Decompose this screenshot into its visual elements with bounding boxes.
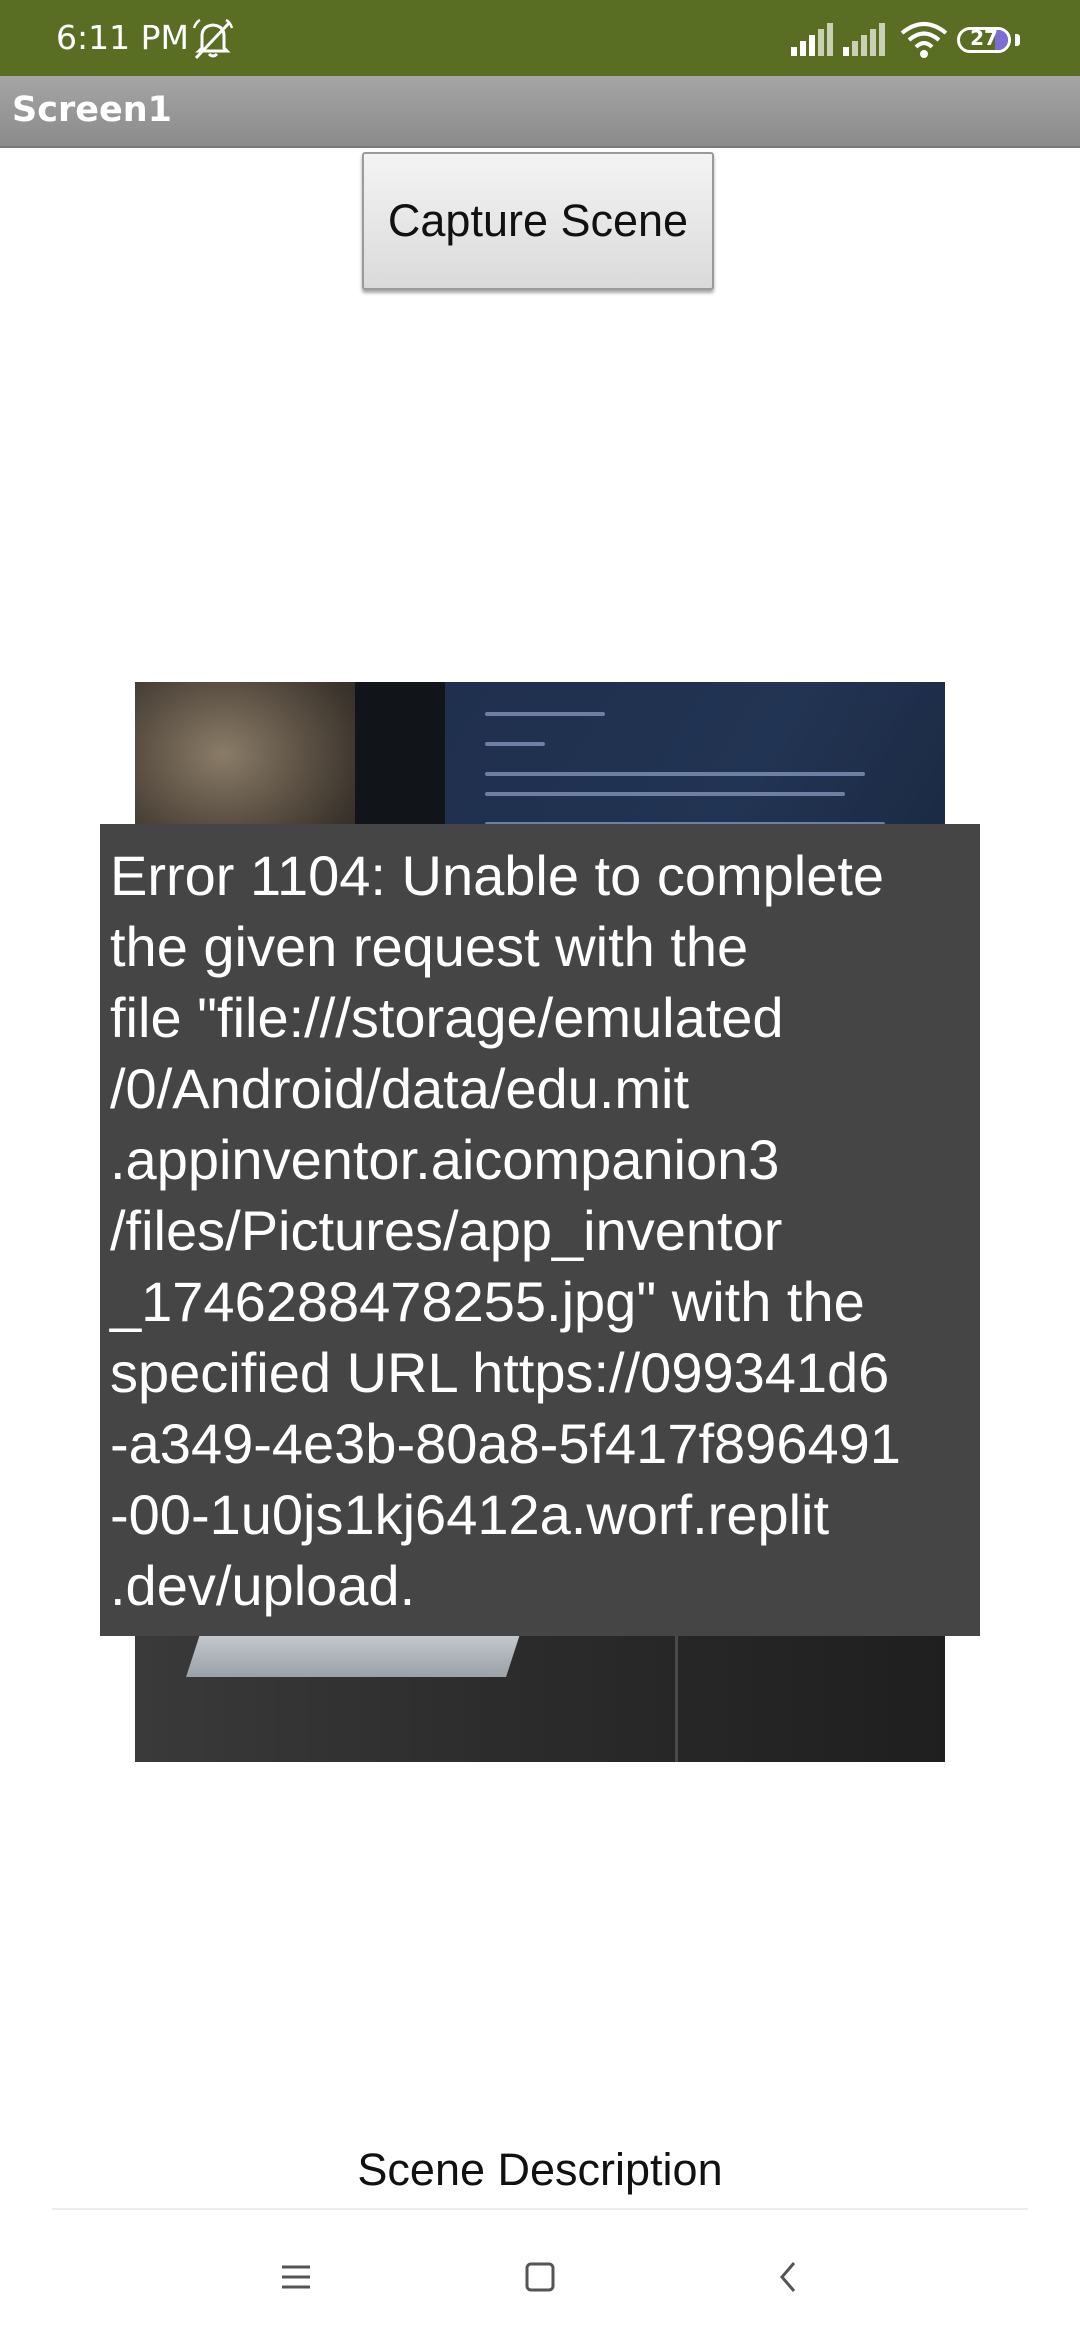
error-line: file "file:///storage/emulated bbox=[110, 986, 784, 1049]
divider bbox=[52, 2208, 1028, 2210]
error-line: specified URL https://099341d6 bbox=[110, 1341, 890, 1404]
error-line: /files/Pictures/app_inventor bbox=[110, 1199, 783, 1262]
error-toast: Error 1104: Unable to complete the given… bbox=[100, 824, 980, 1636]
photo-text-line bbox=[485, 792, 845, 796]
battery-icon: 27 bbox=[957, 27, 1011, 53]
error-line: .dev/upload. bbox=[110, 1554, 416, 1617]
dnd-off-icon bbox=[192, 18, 234, 60]
battery-level: 27 bbox=[970, 27, 998, 50]
wifi-icon bbox=[900, 22, 948, 58]
menu-icon bbox=[282, 2265, 310, 2289]
error-line: Error 1104: Unable to complete bbox=[110, 844, 885, 907]
error-line: the given request with the bbox=[110, 915, 749, 978]
menu-button[interactable] bbox=[266, 2252, 326, 2302]
photo-text-line bbox=[485, 772, 865, 776]
signal-icon bbox=[843, 23, 885, 56]
photo-text-line bbox=[485, 742, 545, 746]
scene-description-label: Scene Description bbox=[357, 2144, 723, 2195]
capture-scene-button[interactable]: Capture Scene bbox=[362, 152, 714, 290]
status-bar: 6:11 PM 27 bbox=[0, 0, 1080, 76]
photo-text-line bbox=[485, 712, 605, 716]
signal-icon bbox=[791, 23, 833, 56]
photo-region-edge bbox=[675, 1622, 678, 1762]
status-time: 6:11 PM bbox=[56, 18, 189, 57]
back-button[interactable] bbox=[758, 2252, 818, 2302]
error-line: /0/Android/data/edu.mit bbox=[110, 1057, 690, 1120]
app-screen: 6:11 PM 27 Screen1 Capture Scene Error 1… bbox=[0, 0, 1080, 2340]
status-icons: 27 bbox=[789, 22, 1020, 58]
screen-title: Screen1 bbox=[12, 90, 172, 130]
home-button[interactable] bbox=[510, 2252, 570, 2302]
title-bar: Screen1 bbox=[0, 76, 1080, 148]
error-line: -a349-4e3b-80a8-5f417f896491 bbox=[110, 1412, 901, 1475]
navigation-bar bbox=[0, 2212, 1080, 2340]
error-line: .appinventor.aicompanion3 bbox=[110, 1128, 780, 1191]
back-icon bbox=[780, 2262, 796, 2292]
battery-tip bbox=[1015, 34, 1020, 46]
error-line: -00-1u0js1kj6412a.worf.replit bbox=[110, 1483, 830, 1546]
error-line: _1746288478255.jpg" with the bbox=[110, 1270, 865, 1333]
home-icon bbox=[525, 2262, 555, 2292]
